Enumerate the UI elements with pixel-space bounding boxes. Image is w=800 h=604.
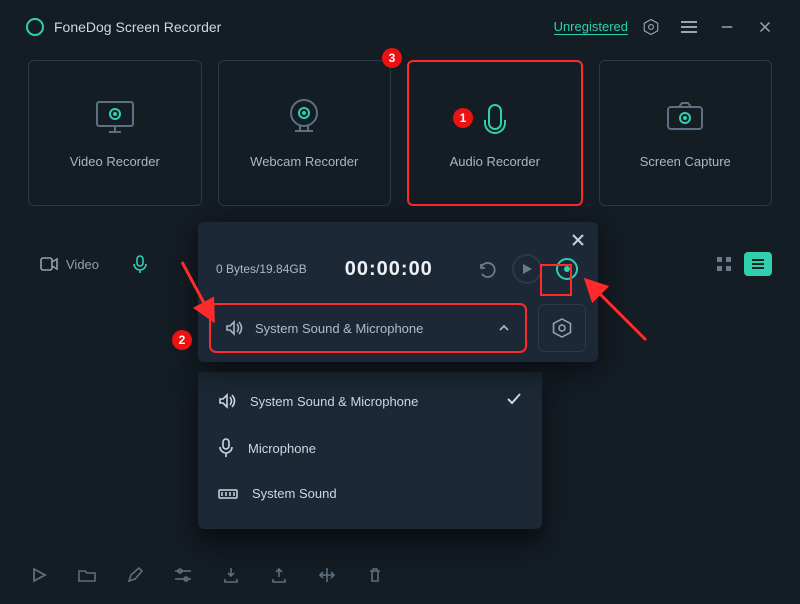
pencil-icon	[127, 567, 143, 583]
menu-icon[interactable]	[674, 12, 704, 42]
audio-source-options: System Sound & Microphone Microphone Sys…	[198, 372, 542, 529]
microphone-icon	[133, 255, 147, 273]
video-icon	[40, 257, 58, 271]
close-icon	[571, 233, 585, 247]
option-label: System Sound & Microphone	[250, 394, 418, 409]
audio-recorder-popup: 0 Bytes/19.84GB 00:00:00 System Sound & …	[198, 222, 598, 362]
settings-hex-icon[interactable]	[636, 12, 666, 42]
play-icon	[522, 264, 532, 274]
mode-label: Audio Recorder	[450, 154, 540, 169]
selected-source: System Sound & Microphone	[255, 321, 423, 336]
mode-label: Screen Capture	[640, 154, 731, 169]
grid-view-button[interactable]	[710, 252, 738, 276]
trash-icon	[368, 567, 382, 583]
download-tray-icon	[223, 567, 239, 583]
edit-button[interactable]	[124, 564, 146, 586]
list-view-button[interactable]	[744, 252, 772, 276]
step-number: 3	[389, 51, 396, 65]
webcam-icon	[283, 98, 325, 136]
step-badge-2: 2	[172, 330, 192, 350]
system-sound-icon	[218, 487, 238, 501]
close-button[interactable]	[750, 12, 780, 42]
tab-label: Video	[66, 257, 99, 272]
source-option-mic[interactable]: Microphone	[198, 424, 542, 472]
mode-screen-capture[interactable]: Screen Capture	[599, 60, 773, 206]
title-bar: FoneDog Screen Recorder Unregistered	[0, 0, 800, 54]
mode-video-recorder[interactable]: Video Recorder	[28, 60, 202, 206]
step-badge-1: 1	[453, 108, 473, 128]
option-label: Microphone	[248, 441, 316, 456]
mode-label: Webcam Recorder	[250, 154, 358, 169]
import-button[interactable]	[220, 564, 242, 586]
app-title: FoneDog Screen Recorder	[54, 19, 221, 35]
speaker-wave-icon	[225, 320, 243, 336]
grid-icon	[716, 256, 732, 272]
tab-audio[interactable]	[121, 247, 159, 281]
convert-button[interactable]	[316, 564, 338, 586]
chevron-up-icon	[497, 321, 511, 335]
mode-card-row: Video Recorder Webcam Recorder 1 Audio R…	[0, 54, 800, 206]
bytes-used: 0 Bytes	[216, 262, 256, 276]
list-icon	[750, 257, 766, 271]
source-option-system[interactable]: System Sound	[198, 472, 542, 515]
bytes-total: 19.84GB	[259, 262, 306, 276]
storage-readout: 0 Bytes/19.84GB	[216, 262, 307, 276]
play-icon	[32, 568, 46, 582]
app-logo-icon	[26, 18, 44, 36]
view-toggle	[710, 252, 772, 276]
step-number: 1	[460, 111, 467, 125]
speaker-wave-icon	[218, 393, 236, 409]
check-icon	[506, 392, 522, 410]
mode-webcam-recorder[interactable]: Webcam Recorder	[218, 60, 392, 206]
step-badge-3: 3	[382, 48, 402, 68]
record-button[interactable]	[552, 254, 582, 284]
play-button[interactable]	[512, 254, 542, 284]
recording-timer: 00:00:00	[345, 258, 433, 281]
popup-status-row: 0 Bytes/19.84GB 00:00:00	[210, 236, 586, 298]
undo-icon	[478, 260, 496, 278]
export-button[interactable]	[268, 564, 290, 586]
undo-button[interactable]	[472, 254, 502, 284]
source-option-both[interactable]: System Sound & Microphone	[198, 378, 542, 424]
delete-button[interactable]	[364, 564, 386, 586]
mode-label: Video Recorder	[70, 154, 160, 169]
mode-audio-recorder[interactable]: 1 Audio Recorder	[407, 60, 583, 206]
folder-icon	[78, 568, 96, 582]
microphone-icon	[218, 438, 234, 458]
minimize-button[interactable]	[712, 12, 742, 42]
popup-close-button[interactable]	[568, 230, 588, 250]
split-icon	[319, 567, 335, 583]
sliders-icon	[174, 568, 192, 582]
unregistered-link[interactable]: Unregistered	[554, 19, 628, 35]
camera-icon	[664, 98, 706, 136]
play-button[interactable]	[28, 564, 50, 586]
tab-video[interactable]: Video	[28, 249, 111, 280]
monitor-icon	[94, 98, 136, 136]
step-number: 2	[179, 333, 186, 347]
microphone-icon	[474, 98, 516, 136]
gear-hex-icon	[552, 318, 572, 338]
bottom-toolbar	[28, 564, 386, 586]
option-label: System Sound	[252, 486, 337, 501]
audio-source-dropdown[interactable]: System Sound & Microphone	[210, 304, 526, 352]
audio-source-row: System Sound & Microphone	[210, 298, 586, 352]
upload-tray-icon	[271, 567, 287, 583]
audio-settings-button[interactable]	[538, 304, 586, 352]
folder-button[interactable]	[76, 564, 98, 586]
adjustments-button[interactable]	[172, 564, 194, 586]
